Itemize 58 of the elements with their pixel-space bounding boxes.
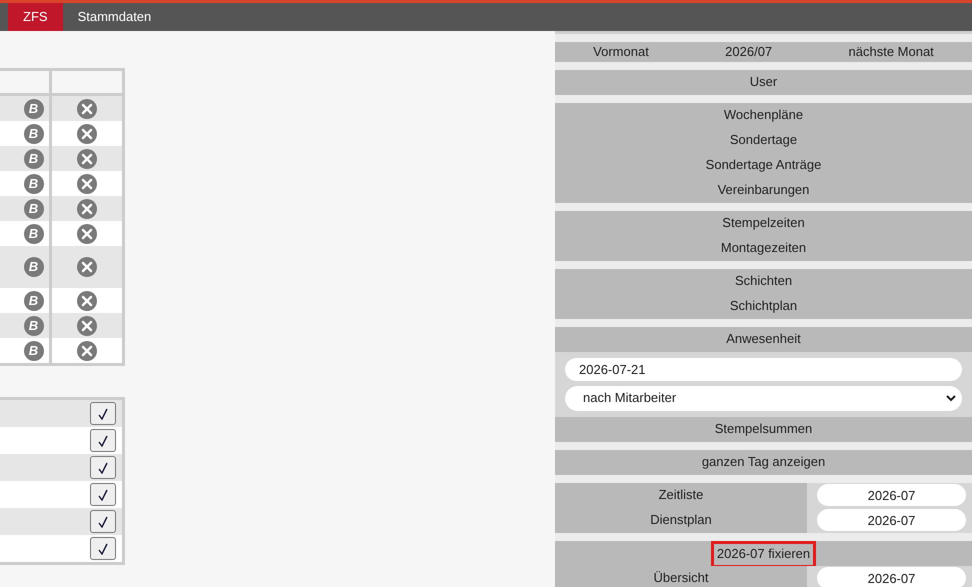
close-icon[interactable] (77, 198, 97, 218)
checkbox[interactable] (90, 456, 116, 479)
close-icon[interactable] (77, 98, 97, 118)
badge-icon[interactable]: B (24, 290, 44, 310)
menu-link[interactable]: Sondertage (555, 128, 972, 152)
menu-link[interactable]: Zeitliste (555, 482, 807, 508)
month-field[interactable]: 2026-07 (817, 567, 966, 587)
close-icon[interactable] (77, 124, 97, 144)
badge-icon[interactable]: B (24, 257, 44, 277)
check-icon (98, 488, 108, 500)
close-icon[interactable] (77, 224, 97, 244)
checkbox[interactable] (90, 537, 116, 560)
month-link[interactable]: nächste Monat (848, 42, 934, 62)
badge-icon[interactable]: B (24, 148, 44, 168)
month-field[interactable]: 2026-07 (817, 484, 966, 506)
checkbox[interactable] (90, 402, 116, 425)
badge-icon[interactable]: B (24, 124, 44, 144)
nav-tab[interactable]: ZFS (8, 3, 63, 31)
chevron-down-icon (946, 394, 956, 402)
close-icon[interactable] (77, 148, 97, 168)
checkbox[interactable] (90, 510, 116, 533)
check-icon (98, 542, 108, 554)
close-icon[interactable] (77, 290, 97, 310)
menu-link[interactable]: Dienstplan (555, 508, 807, 532)
badge-icon[interactable]: B (24, 316, 44, 336)
badge-icon[interactable]: B (24, 198, 44, 218)
close-icon[interactable] (77, 257, 97, 277)
check-icon (98, 408, 108, 420)
close-icon[interactable] (77, 340, 97, 360)
menu-link[interactable]: Übersicht (555, 566, 807, 587)
nav-tab[interactable]: Stammdaten (62, 3, 166, 31)
menu-link[interactable]: Schichten (555, 268, 972, 294)
date-field[interactable]: 2026-07-21 (565, 358, 962, 380)
month-field[interactable]: 2026-07 (817, 509, 966, 531)
menu-link[interactable]: Montagezeiten (555, 236, 972, 260)
menu-link[interactable]: Vereinbarungen (555, 178, 972, 202)
badge-icon[interactable]: B (24, 224, 44, 244)
menu-link[interactable]: Schichtplan (555, 294, 972, 318)
checkbox[interactable] (90, 429, 116, 452)
menu-link[interactable]: User (555, 70, 972, 94)
check-icon (98, 516, 108, 528)
close-icon[interactable] (77, 174, 97, 194)
close-icon[interactable] (77, 316, 97, 336)
menu-link[interactable]: Stempelzeiten (555, 210, 972, 236)
checkbox[interactable] (90, 483, 116, 506)
badge-icon[interactable]: B (24, 340, 44, 360)
section-title: Anwesenheit (555, 326, 972, 352)
menu-link[interactable]: ganzen Tag anzeigen (555, 450, 972, 474)
month-link[interactable]: 2026/07 (725, 42, 772, 62)
badge-icon[interactable]: B (24, 98, 44, 118)
month-link[interactable]: Vormonat (593, 42, 649, 62)
menu-link[interactable]: Sondertage Anträge (555, 152, 972, 178)
menu-link[interactable]: Wochenpläne (555, 102, 972, 128)
check-icon (98, 462, 108, 474)
sum-button[interactable]: Stempelsummen (555, 416, 972, 442)
select-field[interactable]: nach Mitarbeiter (565, 386, 962, 410)
check-icon (98, 434, 108, 446)
badge-icon[interactable]: B (24, 174, 44, 194)
